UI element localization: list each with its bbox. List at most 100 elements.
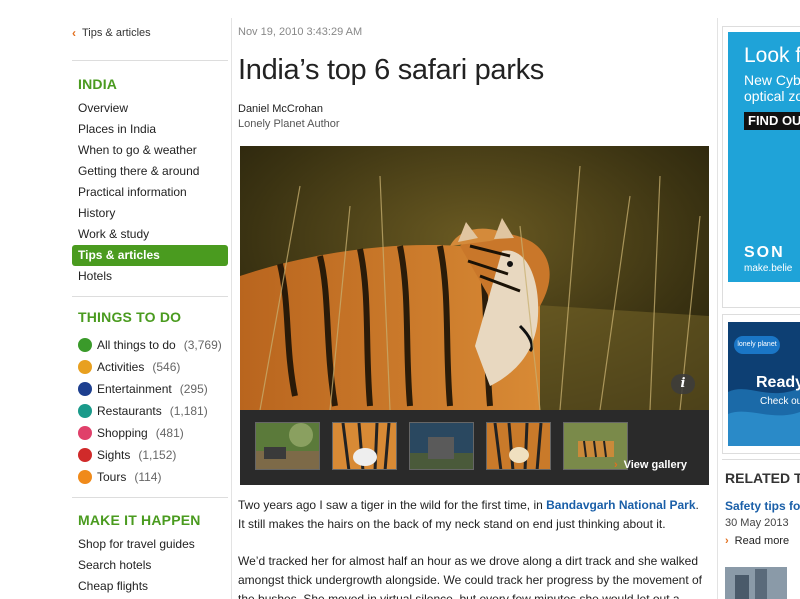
make-it-happen-list: Shop for travel guides Search hotels Cheap… [72, 534, 228, 597]
india-nav-list: Overview Places in India When to go & weat… [72, 98, 228, 287]
gallery-thumbnail[interactable] [255, 422, 320, 470]
view-gallery-label: View gallery [623, 459, 687, 471]
checkmark-icon [78, 338, 92, 352]
things-to-do-list: All things to do (3,769) Activities (546) En… [72, 334, 228, 488]
section-heading-india: INDIA [78, 76, 118, 92]
chevron-right-icon: › [613, 459, 618, 471]
section-heading-make-it-happen: MAKE IT HAPPEN [78, 512, 201, 528]
item-count: (546) [152, 360, 181, 374]
gallery-thumbnail[interactable] [486, 422, 551, 470]
sidebar-item-label: Overview [78, 101, 129, 115]
bandavgarh-park-link[interactable]: Bandavgarh National Park [546, 498, 695, 512]
ad-headline: Look fu [744, 44, 800, 67]
gallery-thumbnail[interactable] [332, 422, 397, 470]
sidebar-item[interactable]: Getting there & around [72, 161, 228, 182]
sidebar-item[interactable]: History [72, 203, 228, 224]
shopping-bag-icon [78, 426, 92, 440]
back-link-label: Tips & articles [82, 27, 151, 39]
info-button[interactable]: i [671, 374, 695, 394]
paragraph-text: Two years ago I saw a tiger in the wild … [238, 498, 547, 512]
sidebar-item-label: Cheap flights [78, 579, 149, 593]
sidebar-item[interactable]: Search hotels [72, 555, 228, 576]
ad-line1: New Cyb [744, 72, 800, 88]
cutlery-icon [78, 404, 92, 418]
sidebar-item-label: Getting there & around [78, 164, 200, 178]
sidebar-item-label: When to go & weather [78, 143, 197, 157]
sidebar-item[interactable]: Sights (1,152) [72, 444, 228, 466]
sidebar-item[interactable]: Entertainment (295) [72, 378, 228, 400]
read-more-link[interactable]: › Read more [725, 535, 789, 547]
read-more-label: Read more [734, 535, 790, 547]
article-body: Two years ago I saw a tiger in the wild … [238, 496, 708, 599]
sidebar-item[interactable]: Cheap flights [72, 576, 228, 597]
back-to-tips-link[interactable]: ‹ Tips & articles [72, 26, 151, 40]
sidebar-item-label: Sights [97, 448, 131, 462]
sidebar-item-label: Tours [97, 470, 127, 484]
divider [72, 60, 228, 61]
chevron-right-icon: › [725, 535, 729, 547]
article-timestamp: Nov 19, 2010 3:43:29 AM [238, 26, 363, 38]
section-heading-things-to-do: THINGS TO DO [78, 309, 182, 325]
sidebar-item-label: Work & study [78, 227, 150, 241]
sidebar-item-label: Activities [97, 360, 145, 374]
related-heading: RELATED T [725, 470, 800, 486]
item-count: (481) [155, 426, 184, 440]
divider [722, 459, 800, 460]
sidebar-item[interactable]: Tours (114) [72, 466, 228, 488]
tours-icon [78, 470, 92, 484]
sidebar-item[interactable]: Shop for travel guides [72, 534, 228, 555]
sidebar-item-label: Entertainment [97, 382, 172, 396]
thumbnail-strip [255, 422, 628, 470]
ad-brand-logo: SON [744, 244, 785, 261]
sidebar-item[interactable]: Restaurants (1,181) [72, 400, 228, 422]
ad-subline: Check ou [760, 396, 800, 407]
sidebar-item[interactable]: Overview [72, 98, 228, 119]
sidebar-item-label: Hotels [78, 269, 113, 283]
sidebar-item[interactable]: Practical information [72, 182, 228, 203]
sidebar-item[interactable]: Work & study [72, 224, 228, 245]
article-author[interactable]: Daniel McCrohan [238, 103, 323, 115]
item-count: (1,181) [169, 404, 208, 418]
view-gallery-link[interactable]: › View gallery [614, 459, 687, 471]
sidebar-item-label: History [78, 206, 116, 220]
item-count: (114) [134, 470, 162, 484]
item-count: (295) [179, 382, 208, 396]
sidebar-item[interactable]: Places in India [72, 119, 228, 140]
sidebar-item-label: Places in India [78, 122, 157, 136]
gallery-thumbnail[interactable] [409, 422, 474, 470]
ad-headline: Ready [756, 374, 800, 391]
related-article-date: 30 May 2013 [725, 517, 789, 529]
activities-icon [78, 360, 92, 374]
author-role: Lonely Planet Author [238, 118, 340, 130]
sidebar-item-label: Shop for travel guides [78, 537, 195, 551]
left-sidebar: ‹ Tips & articles INDIA Overview Places i… [72, 0, 230, 599]
sidebar-item[interactable]: Hotels [72, 266, 228, 287]
lonely-planet-advertisement[interactable]: lonely planet Ready Check ou [728, 322, 800, 446]
sidebar-item[interactable]: Tips & articles [72, 245, 228, 266]
hero-image-tiger[interactable]: i [240, 146, 709, 410]
sidebar-item[interactable]: When to go & weather [72, 140, 228, 161]
star-icon [78, 382, 92, 396]
sidebar-item[interactable]: All things to do (3,769) [72, 334, 228, 356]
sidebar-item[interactable]: Shopping (481) [72, 422, 228, 444]
photo-gallery: i › View gallery [240, 146, 709, 485]
ad-cta-button[interactable]: FIND OU [744, 112, 800, 130]
chevron-left-icon: ‹ [72, 26, 76, 40]
sidebar-item-label: All things to do [97, 338, 176, 352]
eye-icon [78, 448, 92, 462]
sidebar-item-label: Restaurants [97, 404, 162, 418]
right-column: Look fu New Cyb optical zo FIND OU SON m… [720, 0, 800, 599]
item-count: (3,769) [183, 338, 222, 352]
lonely-planet-logo: lonely planet [734, 336, 780, 354]
item-count: (1,152) [138, 448, 177, 462]
sidebar-item-label: Search hotels [78, 558, 152, 572]
related-article-link[interactable]: Safety tips fo [725, 499, 800, 513]
sidebar-item[interactable]: Activities (546) [72, 356, 228, 378]
column-divider [231, 18, 232, 599]
sony-advertisement[interactable]: Look fu New Cyb optical zo FIND OU SON m… [728, 32, 800, 282]
related-article-thumbnail[interactable] [725, 567, 787, 599]
article-title: India’s top 6 safari parks [238, 54, 545, 86]
ad-tagline: make.belie [744, 263, 793, 274]
ad-line2: optical zo [744, 88, 800, 104]
sidebar-item-label: Practical information [78, 185, 187, 199]
